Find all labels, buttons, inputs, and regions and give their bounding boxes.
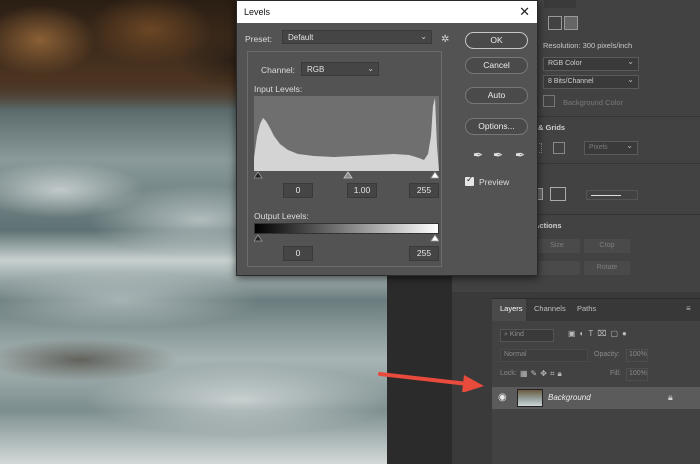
tab-layers[interactable]: Layers (500, 304, 523, 313)
annotation-arrow (378, 372, 484, 392)
dialog-title: Levels (244, 7, 271, 17)
rulers-grids-heading: & Grids (538, 123, 566, 132)
layer-name: Background (548, 393, 591, 402)
gamma-handle (343, 171, 353, 179)
dialog-titlebar[interactable]: Levels ✕ (237, 1, 537, 23)
preset-label: Preset: (245, 34, 272, 44)
input-slider[interactable] (254, 171, 439, 179)
panel-menu-icon[interactable]: ≡ (686, 304, 691, 313)
white-eyedropper-icon[interactable]: ✒ (515, 148, 525, 162)
layers-panel: Layers Channels Paths ≡ ⌕ Kind ▣◐T⌧▢● No… (492, 298, 700, 464)
landscape-icon[interactable] (564, 16, 578, 30)
background-color-label: Background Color (563, 98, 624, 107)
gray-eyedropper-icon[interactable]: ✒ (493, 148, 503, 162)
channel-select[interactable]: RGB ⌄ (301, 62, 379, 76)
histogram (254, 96, 439, 171)
size-field[interactable] (544, 0, 576, 8)
crop-button[interactable]: Crop (584, 239, 630, 253)
chevron-down-icon: ⌄ (420, 32, 427, 41)
preset-value: Default (288, 33, 314, 42)
align-edges-icon[interactable] (550, 187, 566, 201)
color-mode-select[interactable]: RGB Color (543, 57, 639, 71)
filter-icons[interactable]: ▣◐T⌧▢● (568, 329, 631, 341)
output-white-field[interactable]: 255 (409, 246, 439, 261)
output-black-field[interactable]: 0 (283, 246, 313, 261)
input-gamma-field[interactable]: 1.00 (347, 183, 377, 198)
filter-kind-label: Kind (509, 331, 524, 338)
guides-icon[interactable] (553, 142, 565, 154)
stroke-select[interactable] (586, 190, 638, 200)
portrait-icon[interactable] (548, 16, 562, 30)
output-gradient (254, 223, 439, 234)
lock-options-icons[interactable]: ▦✎✥⌗🔒︎ (520, 369, 565, 379)
trim-button[interactable] (534, 261, 580, 275)
filter-kind-select[interactable]: ⌕ Kind (500, 329, 554, 342)
lock-label: Lock: (500, 370, 517, 377)
preview-checkbox[interactable] (465, 174, 474, 186)
gear-icon[interactable]: ✲ (441, 34, 449, 45)
black-eyedropper-icon[interactable]: ✒ (473, 148, 483, 162)
cancel-button[interactable]: Cancel (465, 57, 528, 74)
quick-actions-heading: Actions (534, 221, 562, 230)
channel-label: Channel: (261, 65, 296, 75)
grid-unit-select[interactable]: Pixels (584, 141, 638, 155)
levels-dialog: Levels ✕ Preset: Default ⌄ ✲ Channel: RG… (236, 0, 538, 276)
close-icon[interactable]: ✕ (519, 4, 530, 20)
layers-tab-bar: Layers Channels Paths ≡ (492, 299, 700, 321)
preset-select[interactable]: Default ⌄ (282, 30, 432, 44)
input-levels-label: Input Levels: (254, 84, 303, 94)
opacity-label: Opacity: (594, 351, 620, 358)
input-black-field[interactable]: 0 (283, 183, 313, 198)
ok-button[interactable]: OK (465, 32, 528, 49)
tab-paths[interactable]: Paths (577, 304, 596, 313)
layer-thumbnail (517, 389, 543, 407)
output-slider[interactable] (254, 234, 439, 242)
preview-label: Preview (479, 177, 510, 187)
options-button[interactable]: Options... (465, 118, 528, 135)
output-levels-label: Output Levels: (254, 211, 309, 221)
image-size-button[interactable]: Size (534, 239, 580, 253)
white-point-handle (430, 171, 439, 179)
rotate-button[interactable]: Rotate (584, 261, 630, 275)
eye-icon[interactable]: ◉ (498, 392, 507, 403)
bit-depth-select[interactable]: 8 Bits/Channel (543, 75, 639, 89)
input-white-field[interactable]: 255 (409, 183, 439, 198)
channel-value: RGB (307, 65, 325, 74)
auto-button[interactable]: Auto (465, 87, 528, 104)
tab-channels[interactable]: Channels (534, 304, 566, 313)
background-color-swatch[interactable] (543, 95, 555, 107)
chevron-down-icon: ⌄ (367, 64, 374, 73)
black-point-handle (254, 171, 263, 179)
fill-input[interactable]: 100% (626, 368, 648, 381)
blend-mode-select[interactable]: Normal (500, 349, 588, 362)
fill-label: Fill: (610, 370, 621, 377)
resolution-text: Resolution: 300 pixels/inch (543, 41, 633, 50)
layer-row-background[interactable]: ◉ Background 🔒︎ (492, 387, 700, 409)
lock-icon: 🔒︎ (668, 392, 673, 402)
opacity-input[interactable]: 100% (626, 349, 648, 362)
